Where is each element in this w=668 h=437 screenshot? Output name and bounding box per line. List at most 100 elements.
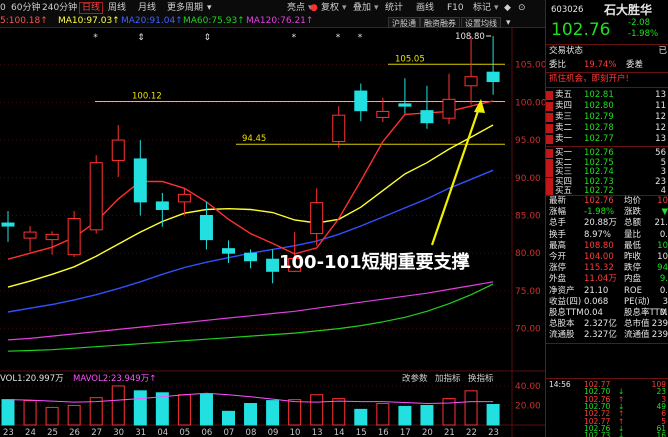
candle[interactable] xyxy=(420,85,434,129)
stat-value-2: 10 xyxy=(657,196,668,206)
volume-bar[interactable] xyxy=(288,399,302,426)
status-label: 交易状态 xyxy=(549,46,584,56)
volume-bar[interactable] xyxy=(155,392,169,426)
ask-label: 卖一 xyxy=(555,134,573,144)
candle[interactable] xyxy=(354,83,368,122)
candle[interactable] xyxy=(23,226,37,252)
stat-label: 涨停 xyxy=(549,263,567,274)
stat-row: 总手 20.88万 总额 21. xyxy=(546,218,668,229)
candle[interactable] xyxy=(464,36,478,105)
open-account-banner[interactable]: 抓住机会，即刻开户! xyxy=(546,74,668,85)
volume-bar[interactable] xyxy=(177,394,191,426)
ask-row[interactable]: 卖三 102.79 12 xyxy=(546,112,668,123)
toolbar-tool-1[interactable]: 复权 xyxy=(321,2,339,14)
x-tick-label: 15 xyxy=(356,428,367,437)
ask-row[interactable]: 卖五 102.81 13 xyxy=(546,90,668,101)
volume-bar[interactable] xyxy=(420,404,434,426)
price-change: -2.08 xyxy=(628,18,650,28)
y-tick-label: 90.00 xyxy=(515,174,541,184)
candle[interactable] xyxy=(177,188,191,216)
x-tick-label: 23 xyxy=(3,428,14,437)
volume-bar[interactable] xyxy=(464,390,478,426)
stat-row: 涨停 115.32 跌停 94 xyxy=(546,263,668,274)
period-tab-2[interactable]: 240分钟 xyxy=(42,2,77,14)
ask-row[interactable]: 卖四 102.80 11 xyxy=(546,101,668,112)
candle[interactable] xyxy=(133,140,147,216)
vol-tool-button[interactable]: 换指标 xyxy=(468,373,494,384)
period-tab-3[interactable]: 日线 xyxy=(79,2,104,14)
volume-bar[interactable] xyxy=(354,408,368,426)
volume-bar[interactable] xyxy=(111,385,125,426)
toolbar-tool-6[interactable]: 标记 xyxy=(473,2,491,14)
volume-bar[interactable] xyxy=(199,393,213,426)
event-marker[interactable]: * xyxy=(336,33,341,43)
toolbar-tool-5[interactable]: F10 xyxy=(447,2,464,14)
period-tab-5[interactable]: 月线 xyxy=(138,2,156,14)
event-marker[interactable]: * xyxy=(93,33,98,43)
x-tick-label: 14 xyxy=(334,428,345,437)
volume-bar[interactable] xyxy=(67,404,81,426)
volume-bar[interactable] xyxy=(222,410,235,426)
level-label: 100.12 xyxy=(132,91,162,101)
ask-volume: 12 xyxy=(655,112,666,122)
toolbar-tool-2[interactable]: 叠加 xyxy=(353,2,371,14)
x-tick-label: 16 xyxy=(378,428,389,437)
order-book-marker xyxy=(546,135,553,144)
toolbar-tool-4[interactable]: 画线 xyxy=(416,2,434,14)
volume-bar[interactable] xyxy=(332,398,346,426)
ask-volume: 13 xyxy=(655,134,666,144)
candle[interactable] xyxy=(486,36,500,95)
x-tick-label: 20 xyxy=(422,428,433,437)
event-marker[interactable]: * xyxy=(292,33,297,43)
candle[interactable] xyxy=(442,73,456,125)
stat-value-2: 239 xyxy=(651,330,668,341)
candle[interactable] xyxy=(111,124,125,178)
kline-chart[interactable]: 105.00 100.00 95.00 90.00 85.00 80.00 75.00 70.… xyxy=(0,28,545,437)
volume-bar[interactable] xyxy=(23,400,37,426)
candle[interactable] xyxy=(222,240,235,263)
volume-bar[interactable] xyxy=(244,403,258,426)
period-tab-0[interactable]: 0 xyxy=(0,2,6,14)
candle[interactable] xyxy=(155,192,169,227)
volume-bar[interactable] xyxy=(133,390,147,426)
candle[interactable] xyxy=(266,249,280,284)
toolbar-tool-3[interactable]: 统计 xyxy=(385,2,403,14)
vol-tool-button[interactable]: 改参数 xyxy=(402,373,428,384)
volume-bar[interactable] xyxy=(310,394,324,426)
period-tab-4[interactable]: 周线 xyxy=(108,2,126,14)
mavol-line xyxy=(7,392,494,405)
support-annotation: 100-101短期重要支撑 xyxy=(279,251,470,273)
candle[interactable] xyxy=(398,78,412,114)
volume-bar[interactable] xyxy=(486,404,500,426)
ask-row[interactable]: 卖一 102.77 13 xyxy=(546,134,668,145)
period-tab-1[interactable]: 60分钟 xyxy=(11,2,40,14)
stat-label-2: 量比 xyxy=(624,229,642,240)
candle[interactable] xyxy=(45,231,59,255)
candle[interactable] xyxy=(310,188,324,246)
event-marker[interactable]: * xyxy=(358,33,363,43)
sub-tab-1[interactable]: 融资融券 xyxy=(420,17,460,28)
stat-label: 股息TTM xyxy=(549,308,584,318)
event-marker[interactable]: ⇕ xyxy=(137,33,145,43)
candle[interactable] xyxy=(332,106,346,148)
volume-bar[interactable] xyxy=(376,403,390,426)
toolbar-tool-7[interactable]: ◆ xyxy=(504,2,511,14)
stat-value: 21.10 xyxy=(584,285,609,296)
divider xyxy=(546,72,668,73)
volume-bar[interactable] xyxy=(1,399,15,426)
stat-row: 收益(四) 0.068 PE(动) 3 xyxy=(546,297,668,308)
volume-bar[interactable] xyxy=(45,406,59,426)
sub-tab-2[interactable]: 设置均线 xyxy=(461,17,501,28)
vol-tool-button[interactable]: 加指标 xyxy=(435,373,461,384)
volume-bar[interactable] xyxy=(266,400,280,426)
quote-panel: 603026 石大胜华 102.76 -2.08 -1.98% 交易状态已委比 19.74%… xyxy=(545,0,668,437)
volume-bar[interactable] xyxy=(398,405,412,426)
candle[interactable] xyxy=(89,155,103,234)
ask-row[interactable]: 卖二 102.78 12 xyxy=(546,123,668,134)
candle[interactable] xyxy=(67,210,81,257)
toolbar-tool-0[interactable]: 亮点 xyxy=(287,2,305,14)
event-marker[interactable]: ⇕ xyxy=(203,33,211,43)
sub-tab-0[interactable]: 沪股通 xyxy=(388,17,420,28)
period-tab-6[interactable]: 更多周期 xyxy=(167,2,203,14)
toolbar-tool-8[interactable]: ⊙ xyxy=(518,2,526,14)
